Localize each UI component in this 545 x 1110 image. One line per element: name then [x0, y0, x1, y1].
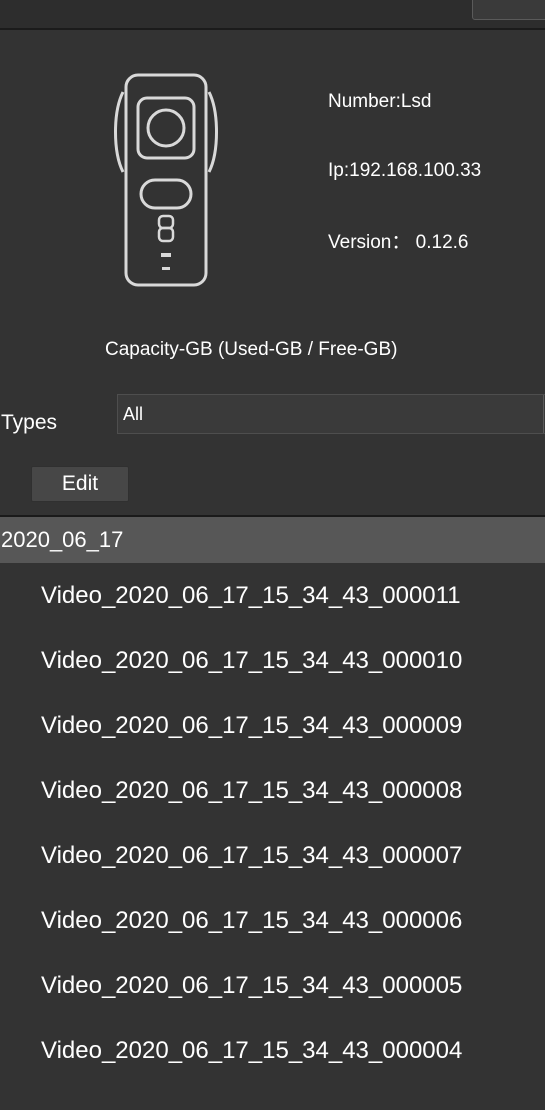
file-item[interactable]: Video_2020_06_17_15_34_43_000010	[0, 628, 545, 693]
types-select[interactable]: All	[117, 394, 545, 434]
file-item[interactable]: Video_2020_06_17_15_34_43_000007	[0, 823, 545, 888]
device-ip: Ip:192.168.100.33	[328, 160, 482, 181]
top-toolbar	[0, 0, 545, 30]
file-item[interactable]: Video_2020_06_17_15_34_43_000006	[0, 888, 545, 953]
file-item[interactable]: Video_2020_06_17_15_34_43_000011	[0, 563, 545, 628]
toolbar-button[interactable]	[472, 0, 545, 20]
file-item[interactable]: Video_2020_06_17_15_34_43_000005	[0, 953, 545, 1018]
device-number: Number:Lsd	[328, 91, 432, 112]
types-select-value: All	[123, 404, 144, 424]
edit-button[interactable]: Edit	[31, 466, 129, 502]
file-item[interactable]: Video_2020_06_17_15_34_43_000008	[0, 758, 545, 823]
date-group-header[interactable]: 2020_06_17	[0, 517, 545, 563]
types-select-dropdown-edge	[543, 395, 544, 433]
device-version: Version： 0.12.6	[328, 232, 469, 253]
device-info-panel: Number:Lsd Ip:192.168.100.33 Version： 0.…	[0, 30, 545, 515]
file-item[interactable]: Video_2020_06_17_15_34_43_000009	[0, 693, 545, 758]
capacity-info: Capacity-GB (Used-GB / Free-GB)	[105, 339, 398, 360]
camera-icon	[114, 73, 218, 287]
app-window: Number:Lsd Ip:192.168.100.33 Version： 0.…	[0, 0, 545, 1110]
file-item[interactable]: Video_2020_06_17_15_34_43_000004	[0, 1018, 545, 1083]
file-list: 2020_06_17 Video_2020_06_17_15_34_43_000…	[0, 517, 545, 1110]
types-label: Types	[1, 411, 58, 434]
